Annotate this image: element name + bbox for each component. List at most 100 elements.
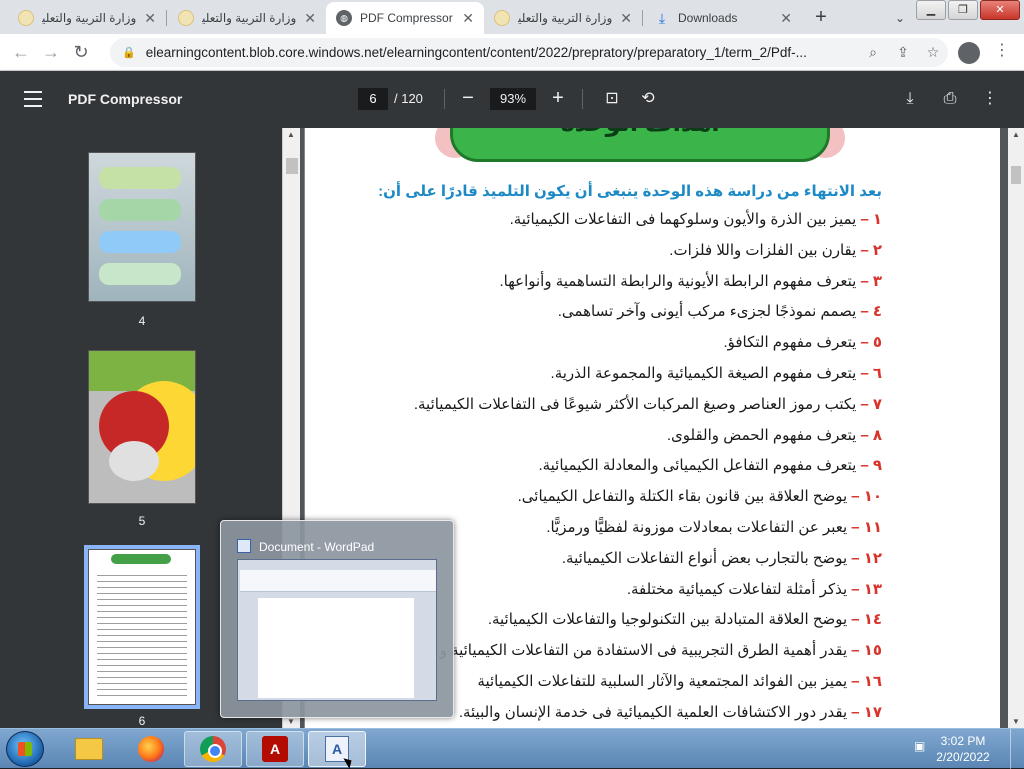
fit-page-icon[interactable]: ⊡ [600, 87, 624, 111]
rotate-icon[interactable]: ⟲ [636, 87, 660, 111]
close-icon[interactable]: ✕ [620, 10, 632, 27]
pdf-toolbar: PDF Compressor 6 / 120 − 93% + ⊡ ⟲ ⤓ ⎙ ⋮ [0, 71, 1024, 128]
objective-text: يميز بين الفوائد المجتمعية والآثار السلب… [477, 672, 848, 690]
objective-number: ١٣ – [851, 580, 882, 598]
objective-text: يتعرف مفهوم الصيغة الكيميائية والمجموعة … [550, 364, 857, 382]
bookmark-star-icon[interactable]: ☆ [918, 44, 948, 61]
objective-text: يميز بين الذرة والأيون وسلوكهما فى التفا… [509, 211, 857, 228]
windows-taskbar: A A ▣ 3:02 PM 2/20/2022 [0, 728, 1024, 769]
objective-item: ١٠ –يوضح العلاقة بين قانون بقاء الكتلة و… [305, 487, 882, 518]
objective-number: ٦ – [860, 364, 882, 382]
objective-number: ١٤ – [851, 611, 882, 629]
zoom-out-icon[interactable]: − [455, 85, 481, 113]
page-thumbnail-4[interactable] [88, 152, 196, 302]
tab-moe-3[interactable]: وزارة التربية والتعليم ✕ [484, 2, 642, 34]
objective-number: ١٢ – [851, 549, 882, 567]
objective-text: يصمم نموذجًا لجزىء مركب أيونى وآخر تساهم… [557, 303, 857, 321]
page-number-input[interactable]: 6 [358, 88, 388, 110]
objective-number: ٥ – [860, 334, 882, 352]
toolbar-divider [444, 89, 445, 109]
wordpad-taskbar-preview[interactable]: Document - WordPad [220, 520, 454, 718]
profile-avatar[interactable] [958, 42, 980, 64]
taskbar-wordpad[interactable]: A [308, 731, 366, 767]
window-controls: ▁ ❐ ✕ [916, 0, 1020, 20]
menu-icon[interactable] [24, 91, 42, 107]
forward-icon[interactable]: → [36, 37, 66, 67]
thumbnail-graphic [109, 441, 159, 481]
thumbnail-graphic [99, 199, 181, 221]
objective-item: ٢ –يقارن بين الفلزات واللا فلزات. [305, 241, 882, 272]
taskbar-adobe-reader[interactable]: A [246, 731, 304, 767]
reload-icon[interactable]: ↻ [66, 37, 96, 67]
thumbnail-graphic [99, 167, 181, 189]
page-thumbnail-5[interactable] [88, 350, 196, 504]
page-thumbnail-6[interactable] [84, 545, 200, 709]
taskbar-chrome[interactable] [184, 731, 242, 767]
scroll-up-icon[interactable]: ▲ [287, 130, 295, 139]
clock-date: 2/20/2022 [936, 750, 990, 764]
taskbar-firefox[interactable] [122, 731, 180, 767]
thumbnail-graphic [111, 554, 171, 564]
unit-objectives-banner: أهداف الوحدة [450, 128, 830, 162]
scrollbar-thumb[interactable] [1011, 166, 1021, 184]
address-bar[interactable]: 🔒 elearningcontent.blob.core.windows.net… [110, 38, 948, 67]
scrollbar-thumb[interactable] [286, 158, 298, 174]
show-desktop-button[interactable] [1010, 729, 1024, 769]
scroll-down-icon[interactable]: ▼ [287, 717, 295, 726]
close-icon[interactable]: ✕ [462, 10, 474, 27]
print-icon[interactable]: ⎙ [938, 87, 962, 111]
minimize-button[interactable]: ▁ [916, 0, 946, 20]
thumbnail-graphic [99, 263, 181, 285]
objective-number: ١ – [860, 211, 882, 228]
tab-downloads[interactable]: ⤓ Downloads ✕ [644, 2, 802, 34]
taskbar-file-explorer[interactable] [60, 731, 118, 767]
start-button[interactable] [6, 731, 44, 767]
close-icon[interactable]: ✕ [304, 10, 316, 27]
tab-moe-2[interactable]: وزارة التربية والتعليم ✕ [168, 2, 326, 34]
close-icon[interactable]: ✕ [144, 10, 156, 27]
firefox-icon [138, 736, 164, 762]
preview-window-thumbnail[interactable] [237, 559, 437, 701]
globe-icon: ◍ [336, 10, 352, 26]
more-options-icon[interactable]: ⋮ [978, 87, 1002, 111]
share-icon[interactable]: ⇪ [888, 44, 918, 61]
system-clock[interactable]: 3:02 PM 2/20/2022 [936, 733, 990, 765]
tab-pdf-compressor[interactable]: ◍ PDF Compressor ✕ [326, 2, 484, 34]
download-icon: ⤓ [658, 9, 666, 26]
lock-icon[interactable]: 🔒 [122, 46, 136, 59]
zoom-search-icon[interactable]: ⌕ [858, 44, 888, 61]
download-icon[interactable]: ⤓ [898, 87, 922, 111]
page-total: / 120 [394, 91, 423, 106]
tab-title: PDF Compressor [360, 11, 453, 25]
page-scrollbar[interactable]: ▲ ▼ [1008, 128, 1024, 728]
objective-item: ٣ –يتعرف مفهوم الرابطة الأيونية والرابطة… [305, 272, 882, 303]
zoom-in-icon[interactable]: + [545, 85, 571, 113]
scroll-down-icon[interactable]: ▼ [1012, 717, 1020, 726]
tab-title: وزارة التربية والتعليم [518, 11, 613, 25]
objective-text: يتعرف مفهوم الحمض والقلوى. [666, 426, 857, 444]
objective-number: ١٠ – [851, 488, 882, 506]
new-tab-button[interactable]: + [808, 5, 834, 31]
tab-title: Downloads [678, 11, 738, 25]
tab-search-icon[interactable]: ⌄ [888, 6, 912, 30]
objective-item: ٨ –يتعرف مفهوم الحمض والقلوى. [305, 426, 882, 457]
close-window-button[interactable]: ✕ [980, 0, 1020, 20]
network-icon[interactable]: ▣ [914, 739, 932, 757]
objective-item: ٥ –يتعرف مفهوم التكافؤ. [305, 333, 882, 364]
scroll-up-icon[interactable]: ▲ [1012, 130, 1020, 139]
objective-text: يقدر أهمية الطرق التجريبية فى الاستفادة … [439, 642, 848, 660]
objective-text: يوضح بالتجارب بعض أنواع التفاعلات الكيمي… [561, 549, 848, 567]
zoom-level-input[interactable]: 93% [490, 88, 536, 110]
browser-menu-icon[interactable]: ⋮ [994, 40, 1010, 60]
tab-moe-1[interactable]: وزارة التربية والتعليم ✕ [8, 2, 166, 34]
objective-number: ٨ – [860, 426, 882, 444]
moe-favicon-icon [178, 10, 194, 26]
back-icon[interactable]: ← [6, 37, 36, 67]
url-text[interactable]: elearningcontent.blob.core.windows.net/e… [146, 45, 858, 60]
objective-item: ٧ –يكتب رموز العناصر وصيغ المركبات الأكث… [305, 395, 882, 426]
thumbnail-label: 5 [138, 514, 146, 528]
objective-text: يوضح العلاقة المتبادلة بين التكنولوجيا و… [487, 611, 848, 629]
tab-separator [642, 10, 643, 26]
maximize-button[interactable]: ❐ [948, 0, 978, 20]
close-icon[interactable]: ✕ [780, 10, 792, 27]
